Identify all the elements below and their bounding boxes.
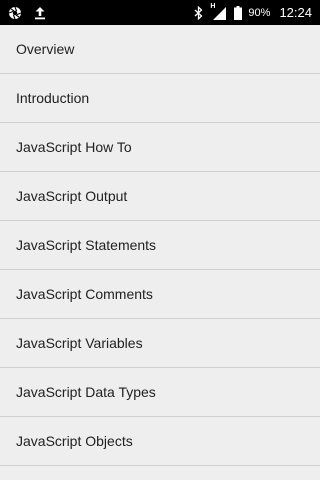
list-item-overview[interactable]: Overview <box>0 25 320 74</box>
signal-icon: H <box>210 2 227 20</box>
list-item-output[interactable]: JavaScript Output <box>0 172 320 221</box>
battery-percent: 90% <box>248 6 271 19</box>
list-item-label: Overview <box>16 41 75 57</box>
list-item-label: JavaScript Objects <box>16 433 133 449</box>
list-item-data-types[interactable]: JavaScript Data Types <box>0 368 320 417</box>
list-item-label: JavaScript Variables <box>16 335 143 351</box>
status-bar-right: H 90% 12:24 <box>194 0 312 25</box>
list-item-comments[interactable]: JavaScript Comments <box>0 270 320 319</box>
status-bar-left <box>8 0 46 25</box>
list-item-label: JavaScript Output <box>16 188 128 204</box>
list-item-introduction[interactable]: Introduction <box>0 74 320 123</box>
list-item-label: JavaScript Comments <box>16 286 153 302</box>
list-item-label: JavaScript How To <box>16 139 132 155</box>
list-item-variables[interactable]: JavaScript Variables <box>0 319 320 368</box>
network-type-label: H <box>210 2 216 10</box>
status-bar: H 90% 12:24 <box>0 0 320 25</box>
aperture-icon <box>8 6 22 20</box>
list-item-label: Introduction <box>16 90 90 106</box>
topic-list: Overview Introduction JavaScript How To … <box>0 25 320 466</box>
list-item-statements[interactable]: JavaScript Statements <box>0 221 320 270</box>
list-item-objects[interactable]: JavaScript Objects <box>0 417 320 466</box>
list-item-label: JavaScript Statements <box>16 237 157 253</box>
clock: 12:24 <box>279 5 312 20</box>
list-item-label: JavaScript Data Types <box>16 384 156 400</box>
battery-icon <box>234 5 243 20</box>
list-item-how-to[interactable]: JavaScript How To <box>0 123 320 172</box>
bluetooth-icon <box>194 5 203 20</box>
upload-arrow-icon <box>34 6 46 20</box>
